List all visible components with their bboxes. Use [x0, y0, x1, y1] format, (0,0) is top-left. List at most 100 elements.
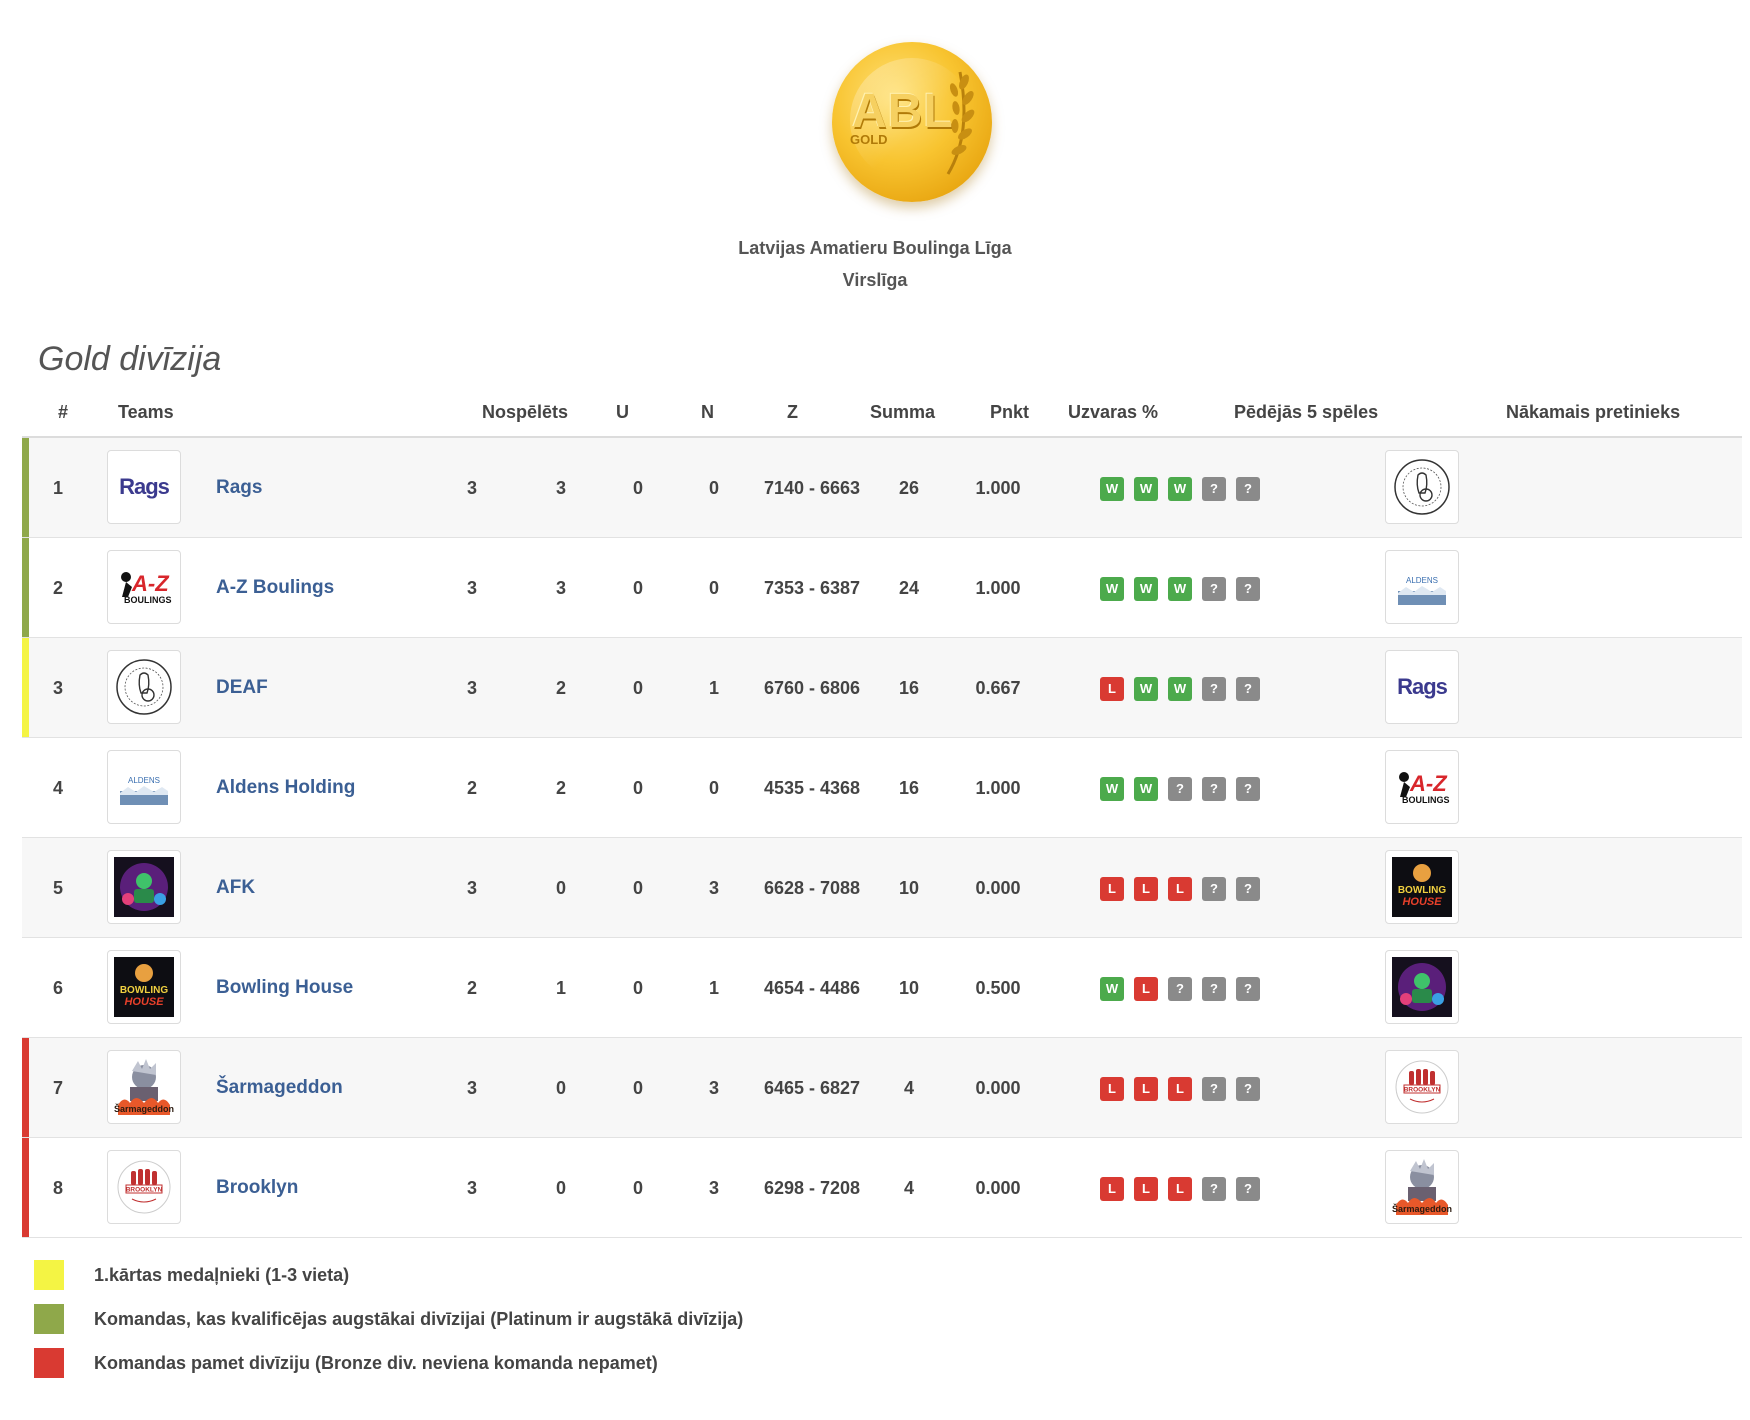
- division-title: Gold divīzija: [38, 340, 222, 378]
- losses-cell: 3: [708, 878, 719, 898]
- form-badge[interactable]: L: [1100, 877, 1124, 901]
- form-badge[interactable]: ?: [1236, 1077, 1260, 1101]
- team-logo[interactable]: Šarmageddon: [107, 1050, 181, 1124]
- draws-cell: 0: [632, 1178, 643, 1198]
- laurel-icon: [946, 71, 975, 175]
- last5-form: L L L??: [1100, 1177, 1270, 1201]
- col-rank[interactable]: #: [58, 402, 68, 423]
- form-badge[interactable]: L: [1100, 1077, 1124, 1101]
- team-logo[interactable]: BROOKLYN: [107, 1150, 181, 1224]
- form-badge[interactable]: ?: [1202, 1077, 1226, 1101]
- col-last5[interactable]: Pēdējās 5 spēles: [1234, 402, 1378, 423]
- team-link[interactable]: Aldens Holding: [216, 738, 355, 838]
- col-losses[interactable]: Z: [787, 402, 798, 423]
- team-logo[interactable]: BOWLING HOUSE: [107, 950, 181, 1024]
- team-logo[interactable]: Rags: [107, 450, 181, 524]
- losses-cell: 0: [708, 778, 719, 798]
- form-badge[interactable]: ?: [1202, 877, 1226, 901]
- form-badge[interactable]: L: [1100, 1177, 1124, 1201]
- team-link[interactable]: Bowling House: [216, 938, 353, 1038]
- svg-text:BOULINGS: BOULINGS: [124, 595, 172, 605]
- col-teams[interactable]: Teams: [118, 402, 174, 423]
- form-badge[interactable]: L: [1134, 977, 1158, 1001]
- next-opponent-logo[interactable]: BROOKLYN: [1385, 1050, 1459, 1124]
- form-badge[interactable]: W: [1100, 577, 1124, 601]
- form-badge[interactable]: L: [1134, 877, 1158, 901]
- sum-cell: 6298 - 7208: [763, 1178, 861, 1198]
- form-badge[interactable]: L: [1168, 877, 1192, 901]
- next-opponent-logo[interactable]: Rags: [1385, 650, 1459, 724]
- win-pct-cell: 0.667: [975, 678, 1021, 698]
- form-badge[interactable]: L: [1134, 1177, 1158, 1201]
- form-badge[interactable]: L: [1100, 677, 1124, 701]
- next-opponent-logo[interactable]: [1385, 450, 1459, 524]
- next-opponent-logo[interactable]: [1385, 950, 1459, 1024]
- form-badge[interactable]: ?: [1236, 477, 1260, 501]
- team-link[interactable]: Rags: [216, 438, 262, 538]
- team-logo[interactable]: A-Z BOULINGS: [107, 550, 181, 624]
- team-link[interactable]: A-Z Boulings: [216, 538, 334, 638]
- form-badge[interactable]: ?: [1236, 877, 1260, 901]
- form-badge[interactable]: ?: [1236, 577, 1260, 601]
- form-badge[interactable]: W: [1100, 777, 1124, 801]
- form-badge[interactable]: W: [1134, 777, 1158, 801]
- form-badge[interactable]: L: [1168, 1077, 1192, 1101]
- next-opponent-logo[interactable]: Šarmageddon: [1385, 1150, 1459, 1224]
- form-badge[interactable]: ?: [1236, 677, 1260, 701]
- svg-text:BOWLING: BOWLING: [120, 985, 169, 996]
- form-badge[interactable]: ?: [1202, 1177, 1226, 1201]
- team-link[interactable]: Šarmageddon: [216, 1038, 343, 1138]
- sum-cell: 6465 - 6827: [763, 1078, 861, 1098]
- form-badge[interactable]: ?: [1202, 477, 1226, 501]
- form-badge[interactable]: L: [1134, 1077, 1158, 1101]
- svg-text:HOUSE: HOUSE: [1402, 896, 1442, 908]
- col-next[interactable]: Nākamais pretinieks: [1506, 402, 1680, 423]
- form-badge[interactable]: W: [1100, 977, 1124, 1001]
- brooklyn-logo-icon: BROOKLYN: [1395, 1060, 1449, 1114]
- form-badge[interactable]: ?: [1202, 577, 1226, 601]
- team-logo[interactable]: [107, 650, 181, 724]
- col-sum[interactable]: Summa: [870, 402, 935, 423]
- wins-cell: 1: [555, 978, 566, 998]
- form-badge[interactable]: ?: [1236, 977, 1260, 1001]
- win-pct-cell: 1.000: [975, 778, 1021, 798]
- form-badge[interactable]: L: [1168, 1177, 1192, 1201]
- form-badge[interactable]: ?: [1236, 1177, 1260, 1201]
- form-badge[interactable]: W: [1134, 477, 1158, 501]
- col-played[interactable]: Nospēlēts: [482, 402, 568, 423]
- form-badge[interactable]: ?: [1168, 977, 1192, 1001]
- form-badge[interactable]: ?: [1236, 777, 1260, 801]
- win-pct-cell: 0.500: [975, 978, 1021, 998]
- form-badge[interactable]: W: [1134, 677, 1158, 701]
- team-logo[interactable]: ALDENS: [107, 750, 181, 824]
- draws-cell: 0: [632, 978, 643, 998]
- deaf-logo-icon: [1394, 459, 1450, 515]
- next-opponent-logo[interactable]: BOWLING HOUSE: [1385, 850, 1459, 924]
- team-logo[interactable]: [107, 850, 181, 924]
- form-badge[interactable]: W: [1168, 677, 1192, 701]
- form-badge[interactable]: ?: [1202, 977, 1226, 1001]
- abl-gold-logo: ABL GOLD: [832, 42, 992, 202]
- form-badge[interactable]: W: [1168, 477, 1192, 501]
- form-badge[interactable]: ?: [1168, 777, 1192, 801]
- form-badge[interactable]: W: [1168, 577, 1192, 601]
- last5-form: W L???: [1100, 977, 1270, 1001]
- form-badge[interactable]: ?: [1202, 677, 1226, 701]
- col-points[interactable]: Pnkt: [990, 402, 1029, 423]
- wins-cell: 0: [555, 1178, 566, 1198]
- form-badge[interactable]: ?: [1202, 777, 1226, 801]
- col-win-pct[interactable]: Uzvaras %: [1068, 402, 1158, 423]
- team-link[interactable]: DEAF: [216, 638, 268, 738]
- legend-text: Komandas, kas kvalificējas augstākai div…: [94, 1309, 744, 1329]
- col-draws[interactable]: N: [701, 402, 714, 423]
- form-badge[interactable]: W: [1100, 477, 1124, 501]
- col-wins[interactable]: U: [616, 402, 629, 423]
- next-opponent-logo[interactable]: A-Z BOULINGS: [1385, 750, 1459, 824]
- team-link[interactable]: AFK: [216, 838, 255, 938]
- next-opponent-logo[interactable]: ALDENS: [1385, 550, 1459, 624]
- team-link[interactable]: Brooklyn: [216, 1138, 298, 1238]
- table-row: 6 BOWLING HOUSE Bowling House 2 1 0 1 4654 - 448…: [22, 938, 1742, 1038]
- form-badge[interactable]: W: [1134, 577, 1158, 601]
- aldens-logo-icon: ALDENS: [120, 776, 168, 805]
- played-cell: 2: [466, 978, 477, 998]
